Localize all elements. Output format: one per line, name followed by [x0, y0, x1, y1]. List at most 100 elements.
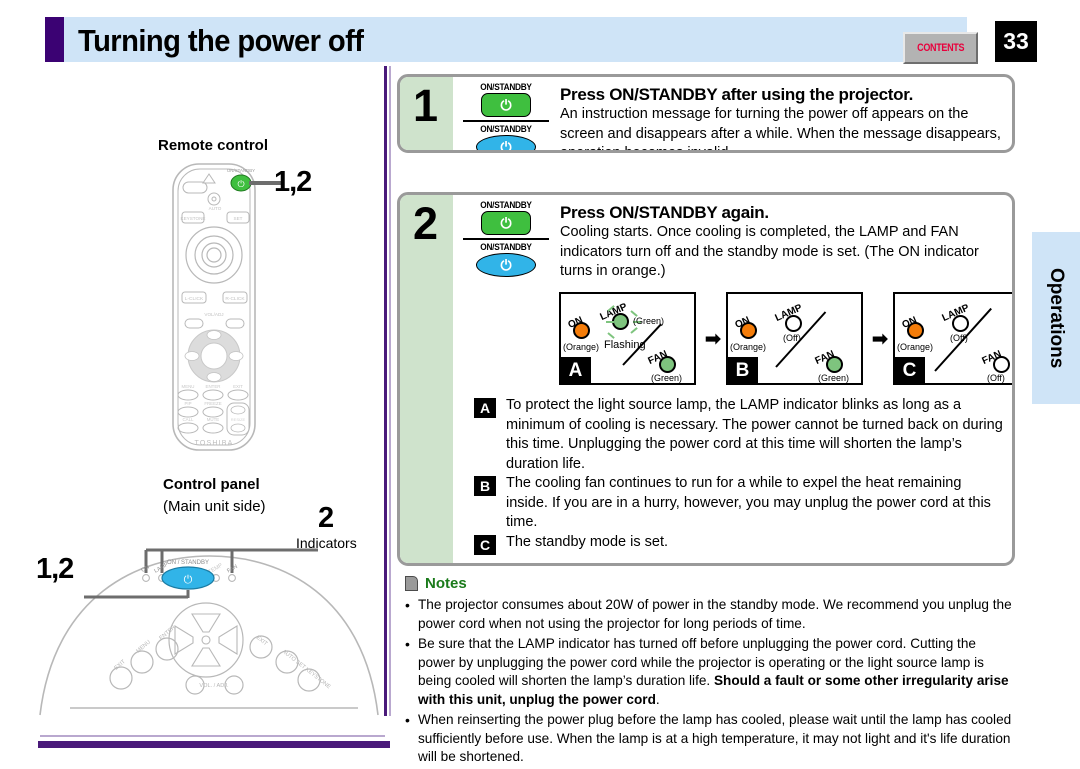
control-panel-title: Control panel: [163, 476, 260, 493]
remote-callout-number: 1,2: [274, 166, 312, 198]
abc-note-c: C The standby mode is set.: [474, 533, 1004, 555]
cluster-separator: [463, 120, 549, 122]
indicator-diagram-c: ON (Orange) LAMP (Off) FAN (Off) C: [893, 292, 1012, 385]
step-2-number: 2: [413, 198, 438, 249]
diagram-c-on-led: [907, 322, 924, 339]
diagram-a-on-state: (Orange): [563, 342, 600, 352]
flash-ray-icon: [630, 327, 638, 334]
power-icon: ⏻: [500, 215, 512, 231]
step-1-button-cluster: ON/STANDBY ⏻ ON/STANDBY ⏻: [462, 82, 550, 153]
note-item: • The projector consumes about 20W of po…: [405, 596, 1015, 633]
diagram-b-fan-led: [826, 356, 843, 373]
svg-text:R-CLICK: R-CLICK: [225, 296, 245, 302]
step-2-panel: 2 ON/STANDBY ⏻ ON/STANDBY ⏻ Press ON/STA…: [397, 192, 1015, 566]
cluster-separator: [463, 238, 549, 240]
diagram-a-lamp-state: (Green): [633, 316, 665, 326]
indicator-diagram-b: ON (Orange) LAMP (Off) FAN (Green) B: [726, 292, 863, 385]
contents-button-label: CONTENTS: [917, 42, 964, 54]
diagram-a-lamp-extra: Flashing: [604, 339, 646, 351]
svg-text:SET: SET: [234, 216, 243, 221]
step-1-body: An instruction message for turning the p…: [560, 106, 1001, 153]
diagram-arrow-2: ➡: [872, 329, 888, 350]
step-1-number: 1: [413, 80, 438, 131]
svg-text:ENTER: ENTER: [206, 384, 221, 389]
diagram-c-lamp-led: [952, 315, 969, 332]
abc-badge-b: B: [474, 476, 496, 496]
note-item: • When reinserting the power plug before…: [405, 711, 1015, 767]
footer-rule-light: [40, 735, 385, 737]
note-bullet: •: [405, 712, 410, 728]
svg-text:FREEZE: FREEZE: [204, 401, 221, 406]
svg-text:AUTO SET: AUTO SET: [281, 649, 307, 671]
note-bullet: •: [405, 597, 410, 613]
diagram-a-on-led: [573, 322, 590, 339]
step-2-panel-power-button[interactable]: ⏻: [476, 253, 536, 277]
abc-text-b: The cooling fan continues to run for a w…: [506, 475, 991, 530]
page-title: Turning the power off: [78, 23, 364, 58]
note-text: Be sure that the LAMP indicator has turn…: [418, 635, 1015, 709]
step-2-button-cluster: ON/STANDBY ⏻ ON/STANDBY ⏻: [462, 200, 550, 277]
svg-text:ON / STANDBY: ON / STANDBY: [167, 560, 209, 566]
notes-title: Notes: [425, 575, 467, 592]
diagram-a-letter: A: [561, 357, 591, 383]
section-tab-operations[interactable]: Operations: [1032, 232, 1080, 404]
indicator-diagram-a: ON (Orange) LAMP (Green) Flashing FAN (G…: [559, 292, 696, 385]
svg-text:EXIT: EXIT: [255, 635, 269, 648]
control-panel-callout-number: 1,2: [36, 553, 74, 585]
svg-text:EXIT: EXIT: [113, 659, 127, 672]
contents-button[interactable]: CONTENTS: [903, 32, 978, 64]
flash-ray-icon: [606, 321, 614, 323]
abc-badge-c: C: [474, 535, 496, 555]
step-2-heading: Press ON/STANDBY again.: [560, 203, 769, 222]
diagram-a-lamp-led: [612, 313, 629, 330]
abc-text-a: To protect the light source lamp, the LA…: [506, 397, 1003, 472]
svg-text:⏻: ⏻: [184, 574, 193, 586]
svg-text:VOL. / ADJ.: VOL. / ADJ.: [199, 683, 229, 689]
page-number: 33: [1003, 28, 1029, 54]
notes-header: Notes: [405, 575, 467, 592]
svg-text:MUTE: MUTE: [207, 417, 220, 422]
step-2-panel-button-caption: ON/STANDBY: [480, 242, 532, 252]
step-2-remote-power-button[interactable]: ⏻: [481, 211, 531, 235]
diagram-b-lamp-led: [785, 315, 802, 332]
remote-control-title: Remote control: [158, 137, 269, 154]
svg-text:PIP: PIP: [184, 401, 191, 406]
step-2-remote-button-caption: ON/STANDBY: [480, 200, 532, 210]
diagram-c-lamp-state: (Off): [950, 333, 968, 343]
svg-text:AUTO: AUTO: [209, 206, 222, 211]
diagram-a-fan-led: [659, 356, 676, 373]
note-text-post: .: [655, 691, 660, 707]
step-1-remote-power-button[interactable]: ⏻: [481, 93, 531, 117]
svg-text:KEYSTONE: KEYSTONE: [181, 216, 206, 221]
svg-text:ON/STANDBY: ON/STANDBY: [227, 168, 255, 173]
svg-text:⏻: ⏻: [237, 179, 244, 189]
svg-text:EXIT: EXIT: [233, 384, 243, 389]
svg-text:ENTER: ENTER: [158, 625, 176, 642]
svg-text:MENU: MENU: [182, 384, 195, 389]
header-accent-bar: [45, 17, 64, 62]
diagram-c-letter: C: [895, 357, 925, 383]
svg-text:RESIZE: RESIZE: [231, 417, 246, 422]
footer-rule-accent: [38, 741, 390, 748]
remote-control-illustration: ⏻ ON/STANDBY KEYSTONE AUTO SET L-CLICK R…: [172, 163, 256, 451]
step-1-panel-button-caption: ON/STANDBY: [480, 124, 532, 134]
note-bullet: •: [405, 636, 410, 652]
abc-note-b: B The cooling fan continues to run for a…: [474, 474, 1006, 533]
notes-list: • The projector consumes about 20W of po…: [405, 596, 1015, 769]
diagram-b-lamp-state: (Off): [783, 333, 801, 343]
step-2-number-band: [400, 195, 453, 563]
svg-text:L-CLICK: L-CLICK: [185, 296, 204, 302]
column-divider-light: [389, 66, 391, 716]
step-1-remote-button-caption: ON/STANDBY: [480, 82, 532, 92]
note-text-plain: When reinserting the power plug before t…: [418, 712, 1012, 764]
abc-note-a: A To protect the light source lamp, the …: [474, 396, 1004, 474]
note-icon: [405, 576, 418, 591]
power-icon: ⏻: [500, 139, 512, 153]
diagram-arrow-1: ➡: [705, 329, 721, 350]
diagram-a-fan-state: (Green): [651, 373, 683, 383]
step-1-heading: Press ON/STANDBY after using the project…: [560, 85, 913, 104]
step-1-panel: 1 ON/STANDBY ⏻ ON/STANDBY ⏻ Press ON/STA…: [397, 74, 1015, 153]
svg-text:VOL/ADJ: VOL/ADJ: [204, 312, 223, 317]
svg-text:TOSHIBA: TOSHIBA: [194, 440, 233, 447]
step-1-panel-power-button[interactable]: ⏻: [476, 135, 536, 153]
